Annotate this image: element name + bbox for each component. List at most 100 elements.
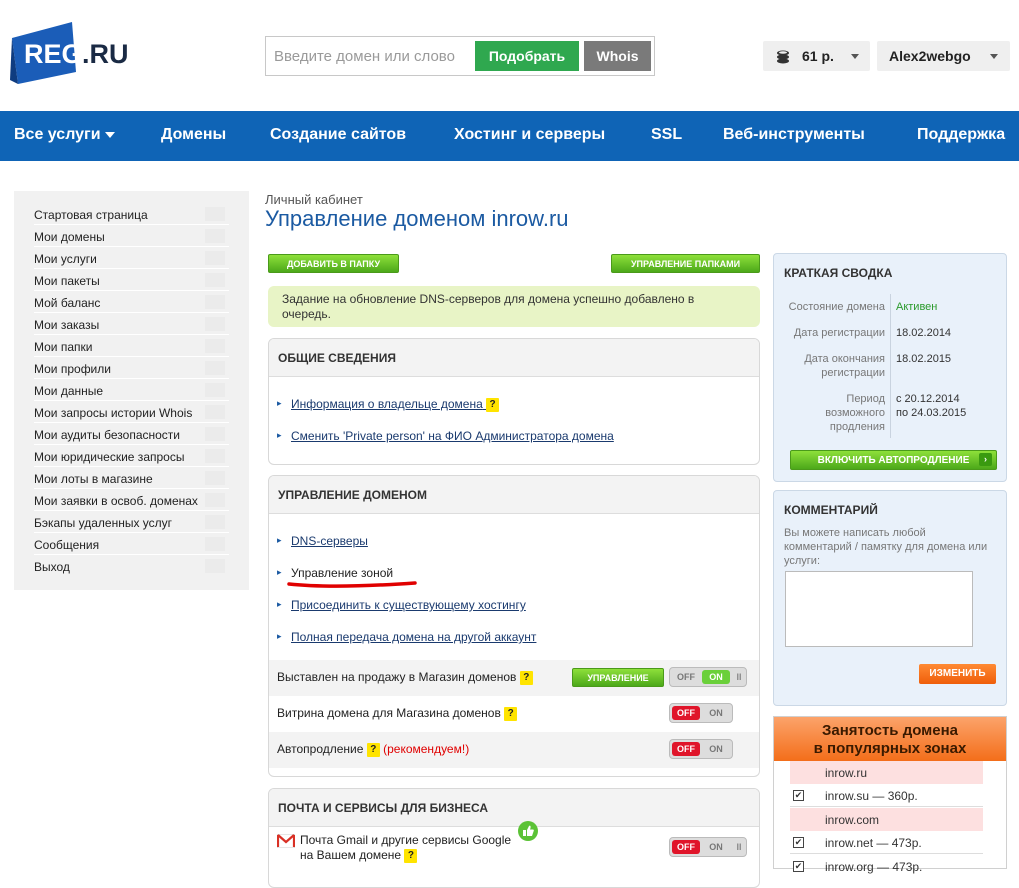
reg-ru-logo[interactable]: REG .RU bbox=[10, 22, 140, 84]
nav-web-tools[interactable]: Веб-инструменты bbox=[723, 126, 865, 144]
sidebar-item-label: Стартовая страница bbox=[34, 208, 148, 222]
enable-autorenew-button[interactable]: ВКЛЮЧИТЬ АВТОПРОДЛЕНИЕ › bbox=[790, 450, 997, 470]
autorenew-recommend-note: (рекомендуем!) bbox=[383, 742, 470, 756]
end-date-value: 18.02.2015 bbox=[896, 353, 952, 365]
sidebar-item-label: Мои запросы истории Whois bbox=[34, 406, 193, 420]
autorenew-label: Автопродление bbox=[277, 742, 364, 756]
reg-date-label: Дата регистрации bbox=[793, 327, 885, 339]
occupancy-row-available: ✔ inrow.org — 473р. bbox=[790, 855, 983, 878]
sidebar-item-whois-history[interactable]: Мои запросы истории Whois bbox=[34, 401, 229, 423]
bullet-icon: ▸ bbox=[277, 430, 282, 440]
sidebar-item-released-domains[interactable]: Мои заявки в освоб. доменах bbox=[34, 489, 229, 511]
bullet-icon: ▸ bbox=[277, 535, 282, 545]
toggle-handle: II bbox=[736, 672, 742, 682]
nav-ssl[interactable]: SSL bbox=[651, 126, 682, 144]
sidebar-item-marker bbox=[205, 339, 225, 353]
gmail-toggle[interactable]: OFF ON II bbox=[669, 837, 747, 857]
sidebar-item-marker bbox=[205, 317, 225, 331]
autorenew-row: Автопродление ? (рекомендуем!) OFF ON bbox=[269, 732, 759, 768]
renew-period-value-1: с 20.12.2014 bbox=[896, 393, 960, 405]
sidebar-item-orders[interactable]: Мои заказы bbox=[34, 313, 229, 335]
attach-hosting-link[interactable]: Присоединить к существующему хостингу bbox=[291, 598, 526, 612]
help-icon[interactable]: ? bbox=[486, 397, 500, 412]
success-notice: Задание на обновление DNS-серверов для д… bbox=[268, 286, 760, 327]
end-date-label-2: регистрации bbox=[821, 367, 885, 379]
sidebar-item-label: Мои данные bbox=[34, 384, 104, 398]
shop-sale-toggle[interactable]: OFF ON II bbox=[669, 667, 747, 687]
nav-site-builder[interactable]: Создание сайтов bbox=[270, 126, 406, 144]
sidebar-item-label: Сообщения bbox=[34, 538, 100, 552]
whois-button[interactable]: Whois bbox=[584, 41, 651, 71]
domain-checkbox[interactable]: ✔ bbox=[793, 790, 804, 801]
occupancy-row-taken: inrow.ru bbox=[790, 761, 983, 784]
edit-comment-button[interactable]: ИЗМЕНИТЬ bbox=[919, 664, 996, 684]
sidebar-item-balance[interactable]: Мой баланс bbox=[34, 291, 229, 313]
nav-all-services[interactable]: Все услуги bbox=[14, 126, 115, 144]
sidebar-item-start[interactable]: Стартовая страница bbox=[34, 203, 229, 225]
sidebar-item-marker bbox=[205, 295, 225, 309]
dns-servers-link[interactable]: DNS-серверы bbox=[291, 534, 368, 548]
sidebar-item-folders[interactable]: Мои папки bbox=[34, 335, 229, 357]
domain-checkbox[interactable]: ✔ bbox=[793, 837, 804, 848]
status-label: Состояние домена bbox=[788, 301, 885, 313]
nav-domains[interactable]: Домены bbox=[161, 126, 226, 144]
sidebar-item-messages[interactable]: Сообщения bbox=[34, 533, 229, 555]
header: REG .RU Подобрать Whois 61 р. Alex2webgo bbox=[0, 0, 1019, 111]
transfer-domain-link[interactable]: Полная передача домена на другой аккаунт bbox=[291, 630, 536, 644]
comment-textarea[interactable] bbox=[785, 571, 973, 647]
sidebar-item-domains[interactable]: Мои домены bbox=[34, 225, 229, 247]
change-private-person-link[interactable]: Сменить 'Private person' на ФИО Админист… bbox=[291, 429, 614, 443]
main-nav: Все услуги Домены Создание сайтов Хостин… bbox=[0, 111, 1019, 161]
status-value: Активен bbox=[896, 301, 938, 313]
help-icon[interactable]: ? bbox=[404, 848, 418, 863]
shop-showcase-toggle[interactable]: OFF ON bbox=[669, 703, 733, 723]
help-icon[interactable]: ? bbox=[366, 742, 380, 757]
sidebar-item-profiles[interactable]: Мои профили bbox=[34, 357, 229, 379]
help-icon[interactable]: ? bbox=[504, 706, 518, 721]
breadcrumb[interactable]: Личный кабинет bbox=[265, 192, 363, 207]
toggle-on: ON bbox=[702, 670, 730, 684]
shop-manage-button[interactable]: УПРАВЛЕНИЕ bbox=[572, 668, 664, 687]
coins-icon bbox=[777, 50, 789, 64]
sidebar-item-logout[interactable]: Выход bbox=[34, 555, 229, 577]
chevron-down-icon bbox=[851, 54, 859, 59]
bullet-icon: ▸ bbox=[277, 398, 282, 408]
sidebar-item-legal-requests[interactable]: Мои юридические запросы bbox=[34, 445, 229, 467]
sidebar-item-packages[interactable]: Мои пакеты bbox=[34, 269, 229, 291]
renew-period-label-1: Период bbox=[846, 393, 885, 405]
sidebar-item-marker bbox=[205, 493, 225, 507]
thumbs-up-icon bbox=[518, 821, 538, 841]
manage-folders-button[interactable]: УПРАВЛЕНИЕ ПАПКАМИ bbox=[611, 254, 760, 273]
sidebar-item-backups[interactable]: Бэкапы удаленных услуг bbox=[34, 511, 229, 533]
pick-domain-button[interactable]: Подобрать bbox=[475, 41, 579, 71]
balance-value: 61 р. bbox=[802, 48, 834, 64]
domain-management-title: УПРАВЛЕНИЕ ДОМЕНОМ bbox=[269, 476, 759, 514]
sidebar-item-data[interactable]: Мои данные bbox=[34, 379, 229, 401]
balance-dropdown[interactable]: 61 р. bbox=[763, 41, 870, 71]
logo-suffix: .RU bbox=[82, 39, 129, 69]
bullet-icon: ▸ bbox=[277, 631, 282, 641]
sidebar-item-marker bbox=[205, 251, 225, 265]
sidebar-item-label: Мои услуги bbox=[34, 252, 97, 266]
sidebar-item-label: Мой баланс bbox=[34, 296, 101, 310]
sidebar-item-shop-lots[interactable]: Мои лоты в магазине bbox=[34, 467, 229, 489]
help-icon[interactable]: ? bbox=[519, 670, 533, 685]
domain-checkbox[interactable]: ✔ bbox=[793, 861, 804, 872]
nav-hosting[interactable]: Хостинг и серверы bbox=[454, 126, 605, 144]
add-to-folder-button[interactable]: ДОБАВИТЬ В ПАПКУ bbox=[268, 254, 399, 273]
sidebar-item-services[interactable]: Мои услуги bbox=[34, 247, 229, 269]
toggle-on: ON bbox=[709, 744, 723, 754]
bullet-icon: ▸ bbox=[277, 599, 282, 609]
chevron-right-icon: › bbox=[979, 453, 992, 466]
toggle-off: OFF bbox=[672, 742, 700, 756]
sidebar-item-security-audits[interactable]: Мои аудиты безопасности bbox=[34, 423, 229, 445]
domain-search-input[interactable] bbox=[274, 44, 474, 68]
user-dropdown[interactable]: Alex2webgo bbox=[877, 41, 1010, 71]
owner-info-link[interactable]: Информация о владельце домена ? bbox=[291, 397, 500, 412]
sidebar-item-marker bbox=[205, 361, 225, 375]
occupancy-row-available: ✔ inrow.net — 473р. bbox=[790, 831, 983, 854]
autorenew-toggle[interactable]: OFF ON bbox=[669, 739, 733, 759]
shop-sale-row: Выставлен на продажу в Магазин доменов ?… bbox=[269, 660, 759, 696]
nav-support[interactable]: Поддержка bbox=[917, 126, 1005, 144]
toggle-on: ON bbox=[709, 842, 723, 852]
